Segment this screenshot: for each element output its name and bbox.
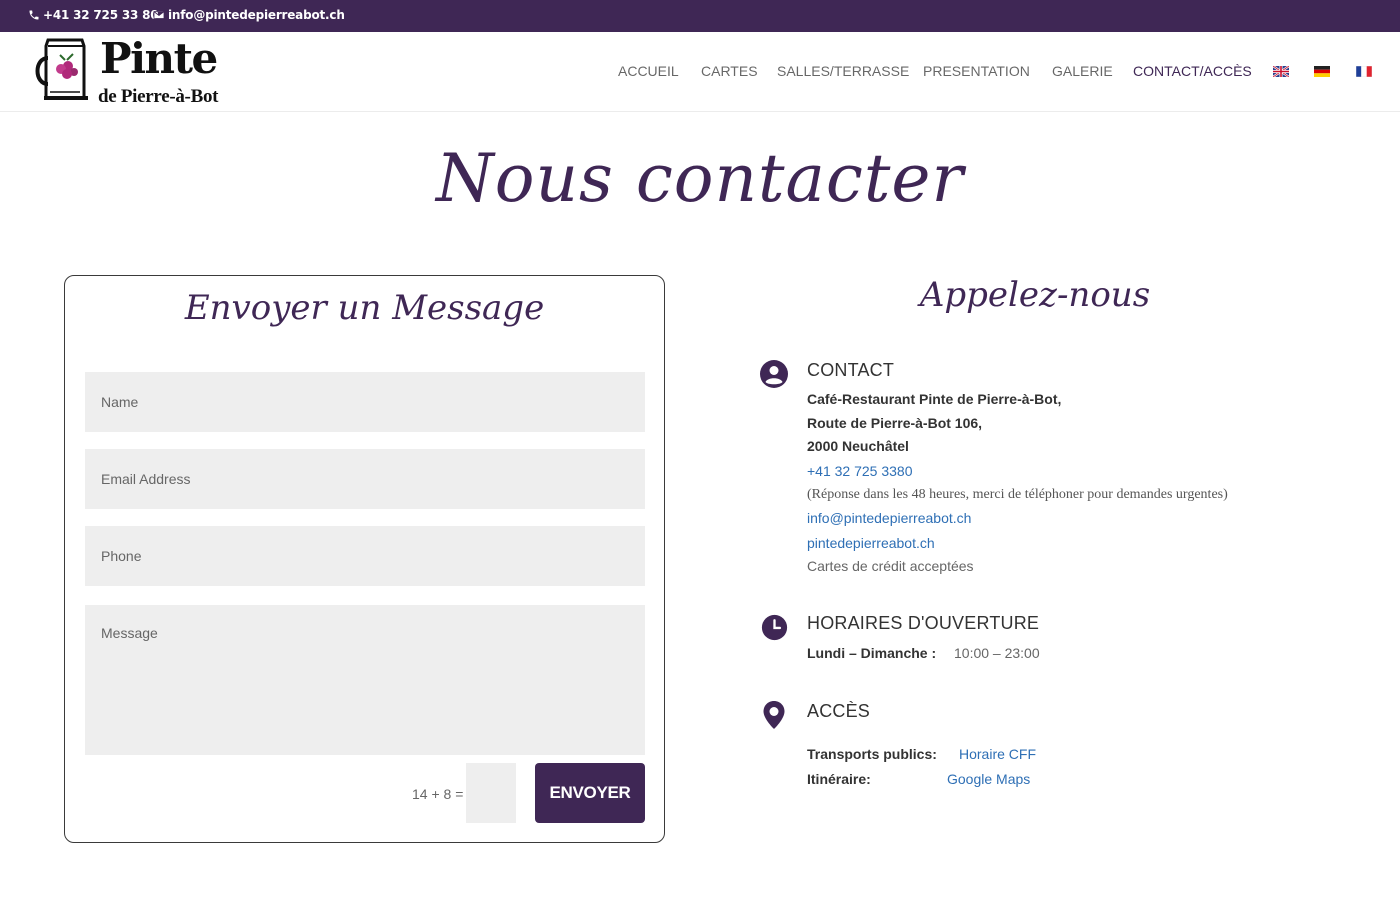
- brand-name: Pinte: [100, 34, 218, 83]
- captcha-input[interactable]: [466, 763, 516, 823]
- address-line-2: Route de Pierre-à-Bot 106,: [807, 415, 983, 431]
- english-flag-icon[interactable]: [1273, 66, 1289, 77]
- call-us-title: Appelez-nous: [919, 275, 1151, 315]
- topbar-email-text: info@pintedepierreabot.ch: [168, 8, 345, 22]
- email-input[interactable]: [85, 449, 645, 509]
- contact-heading: CONTACT: [807, 360, 895, 380]
- response-note: (Réponse dans les 48 heures, merci de té…: [807, 487, 1228, 502]
- contact-form-card: Envoyer un Message 14 + 8 = ENVOYER: [64, 275, 665, 843]
- topbar-phone-text: +41 32 725 33 80: [43, 8, 159, 22]
- credit-cards-note: Cartes de crédit acceptées: [807, 558, 974, 574]
- route-label: Itinéraire:: [807, 771, 871, 787]
- nav-item-presentation[interactable]: PRESENTATION: [923, 63, 1030, 79]
- nav-item-galerie[interactable]: GALERIE: [1052, 63, 1113, 79]
- opening-hours-heading: HORAIRES D'OUVERTURE: [807, 613, 1040, 633]
- nav-item-accueil[interactable]: ACCUEIL: [618, 63, 679, 79]
- french-flag-icon[interactable]: [1356, 66, 1372, 77]
- address-line-3: 2000 Neuchâtel: [807, 438, 909, 454]
- site-header: Pinte de Pierre-à-Bot ACCUEIL CARTES SAL…: [0, 32, 1400, 112]
- contact-email-link[interactable]: info@pintedepierreabot.ch: [807, 510, 971, 526]
- form-title: Envoyer un Message: [184, 288, 545, 328]
- send-button[interactable]: ENVOYER: [535, 763, 645, 823]
- nav-item-cartes[interactable]: CARTES: [701, 63, 758, 79]
- nav-item-salles-terrasse[interactable]: SALLES/TERRASSE: [777, 63, 909, 79]
- page-title: Nous contacter: [435, 140, 964, 217]
- name-input[interactable]: [85, 372, 645, 432]
- hours-time-value: 10:00 – 23:00: [954, 645, 1040, 661]
- nav-item-contact-acces[interactable]: CONTACT/ACCÈS: [1133, 63, 1252, 79]
- topbar-email[interactable]: info@pintedepierreabot.ch: [153, 8, 345, 22]
- captcha-question: 14 + 8 =: [412, 786, 464, 802]
- german-flag-icon[interactable]: [1314, 66, 1330, 77]
- cff-timetable-link[interactable]: Horaire CFF: [959, 746, 1036, 762]
- address-line-1: Café-Restaurant Pinte de Pierre-à-Bot,: [807, 391, 1062, 407]
- beer-mug-logo-icon: [35, 38, 88, 100]
- map-pin-icon: [763, 701, 785, 729]
- contact-phone-link[interactable]: +41 32 725 3380: [807, 463, 913, 479]
- message-textarea[interactable]: [85, 605, 645, 755]
- topbar-phone[interactable]: +41 32 725 33 80: [28, 8, 159, 22]
- site-logo[interactable]: Pinte de Pierre-à-Bot: [34, 36, 224, 108]
- hours-days-label: Lundi – Dimanche :: [807, 645, 937, 661]
- user-circle-icon: [760, 360, 788, 388]
- phone-input[interactable]: [85, 526, 645, 586]
- clock-icon: [761, 614, 788, 641]
- website-link[interactable]: pintedepierreabot.ch: [807, 535, 935, 551]
- google-maps-link[interactable]: Google Maps: [947, 771, 1030, 787]
- access-heading: ACCÈS: [807, 701, 871, 721]
- envelope-icon: [153, 11, 165, 19]
- brand-subtitle: de Pierre-à-Bot: [98, 86, 219, 107]
- public-transport-label: Transports publics:: [807, 746, 937, 762]
- top-bar: +41 32 725 33 80 info@pintedepierreabot.…: [0, 0, 1400, 32]
- phone-icon: [29, 10, 39, 20]
